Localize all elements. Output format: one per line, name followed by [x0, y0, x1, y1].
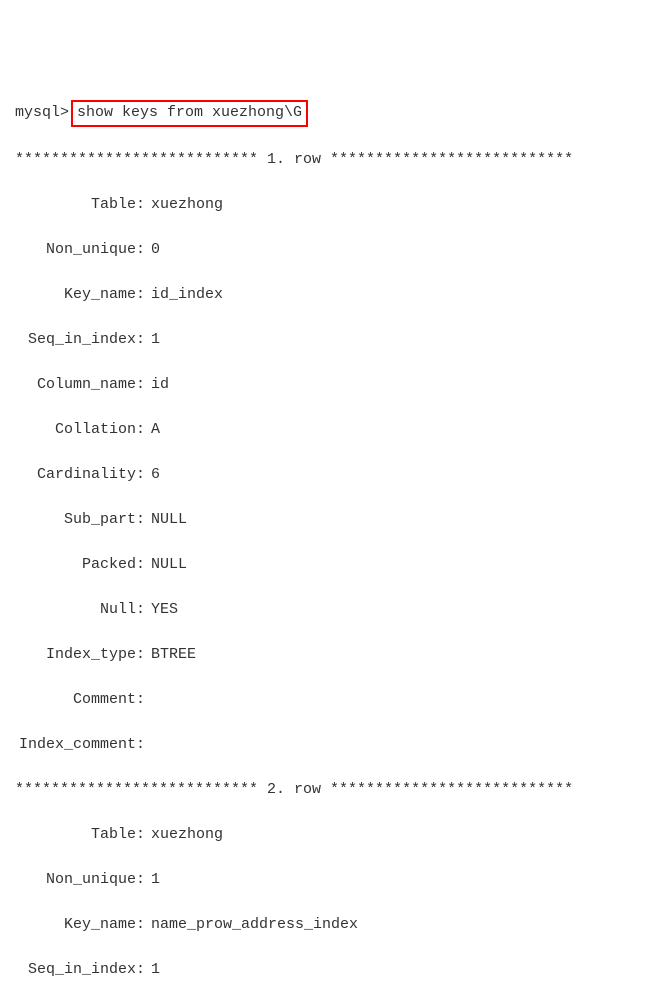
field-label: Key_name:: [15, 284, 145, 307]
field-label: Column_name:: [15, 374, 145, 397]
field-label: Table:: [15, 824, 145, 847]
field-label: Cardinality:: [15, 464, 145, 487]
field-row: Key_name: id_index: [15, 284, 640, 307]
row-2-separator: *************************** 2. row *****…: [15, 779, 640, 802]
field-value: 0: [151, 239, 160, 262]
field-value: 1: [151, 329, 160, 352]
field-value: NULL: [151, 554, 187, 577]
field-value: id: [151, 374, 169, 397]
command-line: mysql> show keys from xuezhong\G: [15, 100, 640, 127]
field-value: NULL: [151, 509, 187, 532]
field-row: Null: YES: [15, 599, 640, 622]
field-label: Non_unique:: [15, 869, 145, 892]
row-1-separator: *************************** 1. row *****…: [15, 149, 640, 172]
field-label: Non_unique:: [15, 239, 145, 262]
field-label: Null:: [15, 599, 145, 622]
field-row: Index_type: BTREE: [15, 644, 640, 667]
field-row: Seq_in_index: 1: [15, 959, 640, 982]
field-label: Seq_in_index:: [15, 329, 145, 352]
sql-command-highlighted: show keys from xuezhong\G: [71, 100, 308, 127]
field-row: Packed: NULL: [15, 554, 640, 577]
field-row: Index_comment:: [15, 734, 640, 757]
field-value: YES: [151, 599, 178, 622]
mysql-prompt: mysql>: [15, 102, 69, 125]
field-row: Non_unique: 1: [15, 869, 640, 892]
field-label: Collation:: [15, 419, 145, 442]
field-label: Seq_in_index:: [15, 959, 145, 982]
field-row: Key_name: name_prow_address_index: [15, 914, 640, 937]
field-label: Key_name:: [15, 914, 145, 937]
field-label: Packed:: [15, 554, 145, 577]
field-row: Table: xuezhong: [15, 824, 640, 847]
field-value: 6: [151, 464, 160, 487]
field-value: A: [151, 419, 160, 442]
field-row: Seq_in_index: 1: [15, 329, 640, 352]
field-row: Non_unique: 0: [15, 239, 640, 262]
field-label: Comment:: [15, 689, 145, 712]
field-value: xuezhong: [151, 194, 223, 217]
field-row: Comment:: [15, 689, 640, 712]
field-value: 1: [151, 869, 160, 892]
field-value: 1: [151, 959, 160, 982]
field-value: name_prow_address_index: [151, 914, 358, 937]
field-row: Collation: A: [15, 419, 640, 442]
field-label: Index_type:: [15, 644, 145, 667]
field-label: Index_comment:: [15, 734, 145, 757]
field-row: Column_name: id: [15, 374, 640, 397]
field-value: xuezhong: [151, 824, 223, 847]
field-label: Sub_part:: [15, 509, 145, 532]
field-label: Table:: [15, 194, 145, 217]
field-value: id_index: [151, 284, 223, 307]
field-row: Table: xuezhong: [15, 194, 640, 217]
field-row: Sub_part: NULL: [15, 509, 640, 532]
field-value: BTREE: [151, 644, 196, 667]
field-row: Cardinality: 6: [15, 464, 640, 487]
